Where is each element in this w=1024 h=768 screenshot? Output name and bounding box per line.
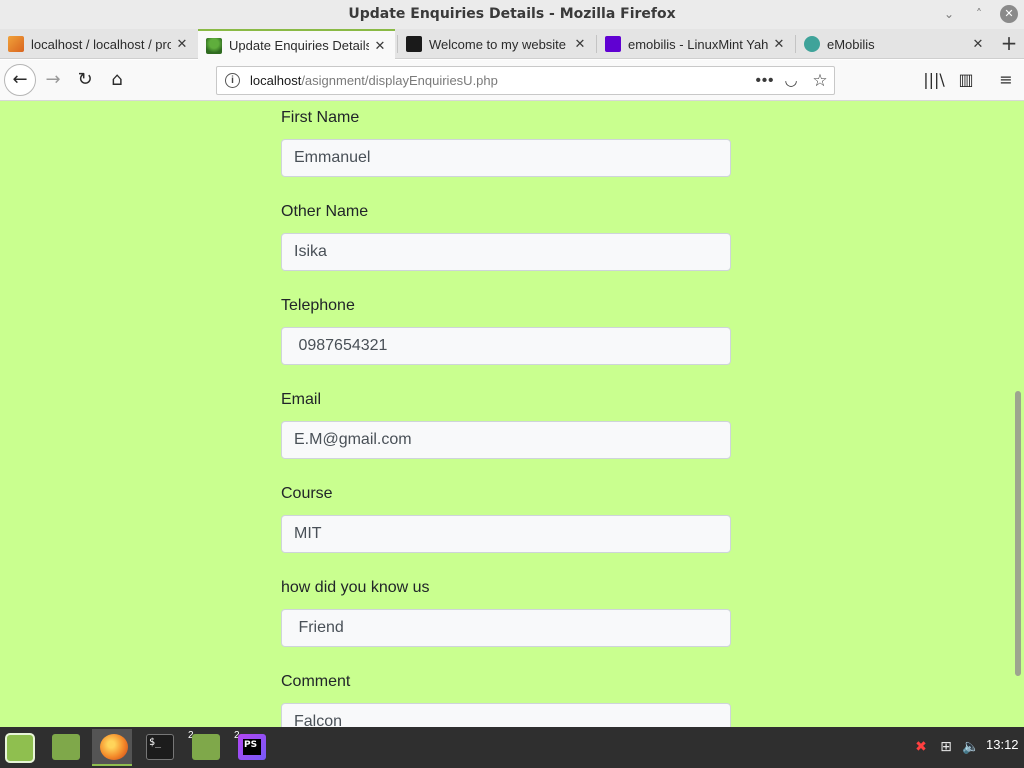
page-content: First Name Emmanuel Other Name Isika Tel… <box>0 101 1024 727</box>
phpmyadmin-icon <box>8 36 24 52</box>
reload-button[interactable]: ↻ <box>70 65 100 95</box>
firefox-icon <box>100 734 128 760</box>
clock[interactable]: 13:12 <box>986 737 1019 752</box>
other-name-label: Other Name <box>281 203 369 220</box>
tab-welcome[interactable]: Welcome to my website ✕ <box>398 29 595 59</box>
bookmark-star-icon[interactable]: ☆ <box>809 70 831 92</box>
page-scrollbar[interactable] <box>1012 101 1024 727</box>
taskbar-menu-button[interactable] <box>0 729 40 766</box>
volume-icon[interactable]: 🔈 <box>960 735 982 759</box>
taskbar-phpstorm[interactable]: 2 PS <box>230 729 270 766</box>
folder-icon <box>52 734 80 760</box>
tab-label: localhost / localhost / pro <box>31 36 171 52</box>
close-icon[interactable]: ✕ <box>573 36 587 52</box>
phpstorm-icon: PS <box>238 734 266 760</box>
window-titlebar: Update Enquiries Details - Mozilla Firef… <box>0 0 1024 29</box>
maximize-button[interactable]: ˄ <box>970 5 988 23</box>
tab-label: Welcome to my website <box>429 36 567 52</box>
close-icon[interactable]: ✕ <box>772 36 786 52</box>
sidebar-icon[interactable]: ▥ <box>952 66 980 94</box>
telephone-input[interactable]: 0987654321 <box>281 327 731 365</box>
course-label: Course <box>281 485 333 502</box>
update-shield-icon[interactable]: ✖ <box>910 735 932 759</box>
folder-icon <box>192 734 220 760</box>
network-icon[interactable]: ⊞ <box>935 735 957 759</box>
forward-button[interactable]: → <box>38 65 68 95</box>
tab-phpmyadmin[interactable]: localhost / localhost / pro ✕ <box>0 29 197 59</box>
referral-source-label: how did you know us <box>281 579 430 596</box>
email-input[interactable]: E.M@gmail.com <box>281 421 731 459</box>
site-favicon-icon <box>406 36 422 52</box>
home-button[interactable]: ⌂ <box>102 65 132 95</box>
linux-mint-menu-icon <box>5 733 35 763</box>
phpstorm-logo-mark: PS <box>243 739 261 755</box>
navigation-bar: ← → ↻ ⌂ i localhost/asignment/displayEnq… <box>0 60 1024 101</box>
hamburger-menu-icon[interactable]: ≡ <box>992 66 1020 94</box>
url-bar[interactable]: i localhost/asignment/displayEnquiriesU.… <box>216 66 835 95</box>
close-icon[interactable]: ✕ <box>373 38 387 54</box>
first-name-label: First Name <box>281 109 360 126</box>
taskbar-files-group[interactable]: 2 <box>184 729 224 766</box>
email-label: Email <box>281 391 322 408</box>
taskbar-files[interactable] <box>44 729 84 766</box>
course-input[interactable]: MIT <box>281 515 731 553</box>
close-icon[interactable]: ✕ <box>971 36 985 52</box>
close-window-button[interactable]: ✕ <box>1000 5 1018 23</box>
other-name-input[interactable]: Isika <box>281 233 731 271</box>
taskbar-terminal[interactable]: $_ <box>138 729 178 766</box>
scrollbar-thumb[interactable] <box>1015 391 1021 676</box>
pocket-icon[interactable]: ◡ <box>780 70 802 92</box>
url-host: localhost <box>250 73 302 88</box>
tab-yahoo[interactable]: emobilis - LinuxMint Yaho ✕ <box>597 29 794 59</box>
url-path: /asignment/displayEnquiriesU.php <box>301 73 498 88</box>
info-icon[interactable]: i <box>225 73 240 88</box>
window-title: Update Enquiries Details - Mozilla Firef… <box>348 6 676 22</box>
tab-strip: localhost / localhost / pro ✕ Update Enq… <box>0 29 1024 60</box>
first-name-input[interactable]: Emmanuel <box>281 139 731 177</box>
comment-input[interactable]: Falcon <box>281 703 731 727</box>
taskbar: $_ 2 2 PS ✖ ⊞ 🔈 13:12 <box>0 727 1024 768</box>
yahoo-icon <box>605 36 621 52</box>
tab-label: eMobilis <box>827 36 875 52</box>
globe-icon <box>804 36 820 52</box>
tab-update-enquiries[interactable]: Update Enquiries Details ✕ <box>198 29 395 60</box>
new-tab-button[interactable]: + <box>996 29 1022 59</box>
library-icon[interactable]: |||\ <box>920 66 948 94</box>
telephone-label: Telephone <box>281 297 355 314</box>
terminal-icon: $_ <box>146 734 174 760</box>
site-favicon-icon <box>206 37 222 54</box>
page-actions-icon[interactable]: ••• <box>754 70 776 92</box>
tab-label: Update Enquiries Details <box>229 38 369 53</box>
comment-label: Comment <box>281 673 351 690</box>
back-button[interactable]: ← <box>4 64 36 96</box>
tab-label: emobilis - LinuxMint Yaho <box>628 36 768 52</box>
minimize-button[interactable]: ⌄ <box>940 5 958 23</box>
taskbar-firefox[interactable] <box>92 729 132 766</box>
tab-emobilis[interactable]: eMobilis ✕ <box>796 29 993 59</box>
referral-source-input[interactable]: Friend <box>281 609 731 647</box>
close-icon[interactable]: ✕ <box>175 36 189 52</box>
